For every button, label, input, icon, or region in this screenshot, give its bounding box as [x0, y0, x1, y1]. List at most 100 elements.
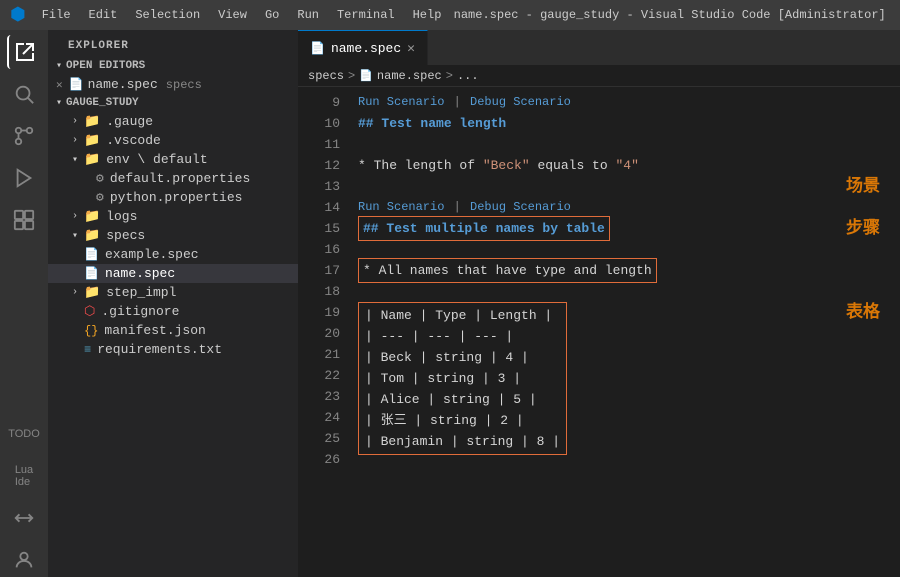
- file-name-example-spec: example.spec: [105, 247, 199, 262]
- line-num-19: 19: [306, 302, 340, 323]
- table-row-tom: | Tom | string | 3 |: [365, 368, 521, 389]
- sidebar-item-name-spec[interactable]: 📄 name.spec: [48, 264, 298, 283]
- menu-view[interactable]: View: [210, 6, 255, 24]
- sidebar-item-logs[interactable]: › 📁 logs: [48, 207, 298, 226]
- gauge-study-header[interactable]: ▾ GAUGE_STUDY: [48, 94, 298, 112]
- table-sep: | --- | --- | --- |: [365, 326, 513, 347]
- annotation-table: 表格: [846, 297, 880, 322]
- open-editor-filename: name.spec: [88, 77, 158, 92]
- sidebar-item-step-impl[interactable]: › 📁 step_impl: [48, 283, 298, 302]
- menu-help[interactable]: Help: [405, 6, 450, 24]
- chevron-right-icon-vscode: ›: [72, 135, 78, 146]
- folder-name-step-impl: step_impl: [106, 285, 176, 300]
- open-editors-chevron: ▾: [56, 60, 62, 72]
- sidebar-item-specs[interactable]: ▾ 📁 specs: [48, 226, 298, 245]
- breadcrumb-filename[interactable]: name.spec: [377, 69, 442, 83]
- code-area[interactable]: Run Scenario | Debug Scenario ## Test na…: [348, 87, 900, 476]
- editor-area: 📄 name.spec ✕ specs > 📄 name.spec > ... …: [298, 30, 900, 577]
- spec-icon-example: 📄: [84, 247, 99, 262]
- source-control-activity-icon[interactable]: [7, 119, 41, 153]
- sidebar-item-gauge[interactable]: › 📁 .gauge: [48, 112, 298, 131]
- debug-scenario-link-1[interactable]: Debug Scenario: [470, 92, 571, 113]
- menu-file[interactable]: File: [34, 6, 79, 24]
- editor-wrapper: Run Scenario | Debug Scenario ## Test na…: [348, 87, 900, 577]
- run-debug-line-1: Run Scenario | Debug Scenario: [358, 92, 571, 113]
- sidebar-item-default-properties[interactable]: ⚙ default.properties: [48, 169, 298, 188]
- line-num-11: 11: [306, 134, 340, 155]
- explorer-activity-icon[interactable]: [7, 35, 41, 69]
- sidebar-item-env[interactable]: ▾ 📁 env \ default: [48, 150, 298, 169]
- annotation-step: 步骤: [846, 213, 880, 238]
- code-line-17: * All names that have type and length: [358, 260, 900, 281]
- debug-activity-icon[interactable]: [7, 161, 41, 195]
- menu-bar[interactable]: File Edit Selection View Go Run Terminal…: [34, 6, 450, 24]
- extensions-activity-icon[interactable]: [7, 203, 41, 237]
- line-num-18: 18: [306, 281, 340, 302]
- git-icon: ⬡: [84, 304, 95, 319]
- heading-test-multiple-names: ## Test multiple names by table: [358, 216, 610, 241]
- run-scenario-link-1[interactable]: Run Scenario: [358, 92, 444, 113]
- chevron-env: ▾: [72, 154, 78, 166]
- chevron-logs: ›: [72, 211, 78, 222]
- code-line-24: | 张三 | string | 2 |: [365, 410, 560, 431]
- chevron-right-icon: ›: [72, 116, 78, 127]
- window-title: name.spec - gauge_study - Visual Studio …: [449, 8, 890, 22]
- tab-file-icon: 📄: [310, 41, 325, 56]
- line-num-25: 25: [306, 428, 340, 449]
- folder-name-env: env \ default: [106, 152, 207, 167]
- menu-selection[interactable]: Selection: [127, 6, 208, 24]
- tab-close-button[interactable]: ✕: [407, 41, 415, 56]
- close-icon[interactable]: ✕: [56, 78, 63, 92]
- line-num-21: 21: [306, 344, 340, 365]
- sidebar-item-vscode[interactable]: › 📁 .vscode: [48, 131, 298, 150]
- sidebar-item-manifest[interactable]: {} manifest.json: [48, 321, 298, 340]
- table-row-zhangsan: | 张三 | string | 2 |: [365, 410, 524, 431]
- lua-activity-icon[interactable]: LuaIde: [7, 459, 41, 493]
- menu-edit[interactable]: Edit: [81, 6, 126, 24]
- line-num-23: 23: [306, 386, 340, 407]
- sidebar-item-requirements[interactable]: ≡ requirements.txt: [48, 340, 298, 359]
- remote-activity-icon[interactable]: [7, 501, 41, 535]
- open-editors-header[interactable]: ▾ OPEN EDITORS: [48, 57, 298, 75]
- open-editor-name-spec[interactable]: ✕ 📄 name.spec specs: [48, 75, 298, 94]
- sidebar-item-example-spec[interactable]: 📄 example.spec: [48, 245, 298, 264]
- table-box: | Name | Type | Length | | --- | --- | -…: [358, 302, 567, 455]
- chevron-specs: ▾: [72, 230, 78, 242]
- breadcrumb: specs > 📄 name.spec > ...: [298, 65, 900, 87]
- menu-terminal[interactable]: Terminal: [329, 6, 403, 24]
- code-line-22: | Tom | string | 3 |: [365, 368, 560, 389]
- heading-test-name-length: ## Test name length: [358, 113, 506, 134]
- line-num-12: 12: [306, 155, 340, 176]
- search-activity-icon[interactable]: [7, 77, 41, 111]
- title-bar: ⬢ File Edit Selection View Go Run Termin…: [0, 0, 900, 30]
- vscode-logo: ⬢: [10, 4, 26, 26]
- gauge-study-label: GAUGE_STUDY: [66, 97, 139, 109]
- title-bar-left: ⬢ File Edit Selection View Go Run Termin…: [10, 4, 449, 26]
- main-layout: TODO LuaIde EXPLORER ▾ OPEN EDITORS ✕ 📄 …: [0, 30, 900, 577]
- debug-scenario-link-2[interactable]: Debug Scenario: [470, 197, 571, 218]
- tab-name-spec[interactable]: 📄 name.spec ✕: [298, 30, 428, 65]
- breadcrumb-sep1: >: [348, 69, 355, 83]
- line-num-15: 15: [306, 218, 340, 239]
- sidebar-item-gitignore[interactable]: ⬡ .gitignore: [48, 302, 298, 321]
- folder-icon-logs: 📁: [84, 209, 100, 224]
- editor-content: 9 10 11 12 13 14 15 16 17 18 19 20 21 22…: [298, 87, 900, 577]
- tab-label: name.spec: [331, 41, 401, 56]
- folder-name-gauge: .gauge: [106, 114, 153, 129]
- account-activity-icon[interactable]: [7, 543, 41, 577]
- menu-go[interactable]: Go: [257, 6, 287, 24]
- sidebar-item-python-properties[interactable]: ⚙ python.properties: [48, 188, 298, 207]
- file-icon-spec-open: 📄: [69, 77, 84, 92]
- menu-run[interactable]: Run: [289, 6, 327, 24]
- gauge-study-chevron: ▾: [56, 97, 62, 109]
- code-line-16: [358, 239, 900, 260]
- sep-bar-1: |: [446, 92, 468, 113]
- todo-activity-icon[interactable]: TODO: [7, 417, 41, 451]
- breadcrumb-ellipsis[interactable]: ...: [457, 69, 479, 83]
- breadcrumb-specs[interactable]: specs: [308, 69, 344, 83]
- sidebar-title: EXPLORER: [48, 30, 298, 57]
- run-scenario-link-2[interactable]: Run Scenario: [358, 197, 444, 218]
- folder-name-logs: logs: [106, 209, 137, 224]
- code-line-9: Run Scenario | Debug Scenario: [358, 92, 900, 113]
- open-editor-folder: specs: [166, 78, 202, 92]
